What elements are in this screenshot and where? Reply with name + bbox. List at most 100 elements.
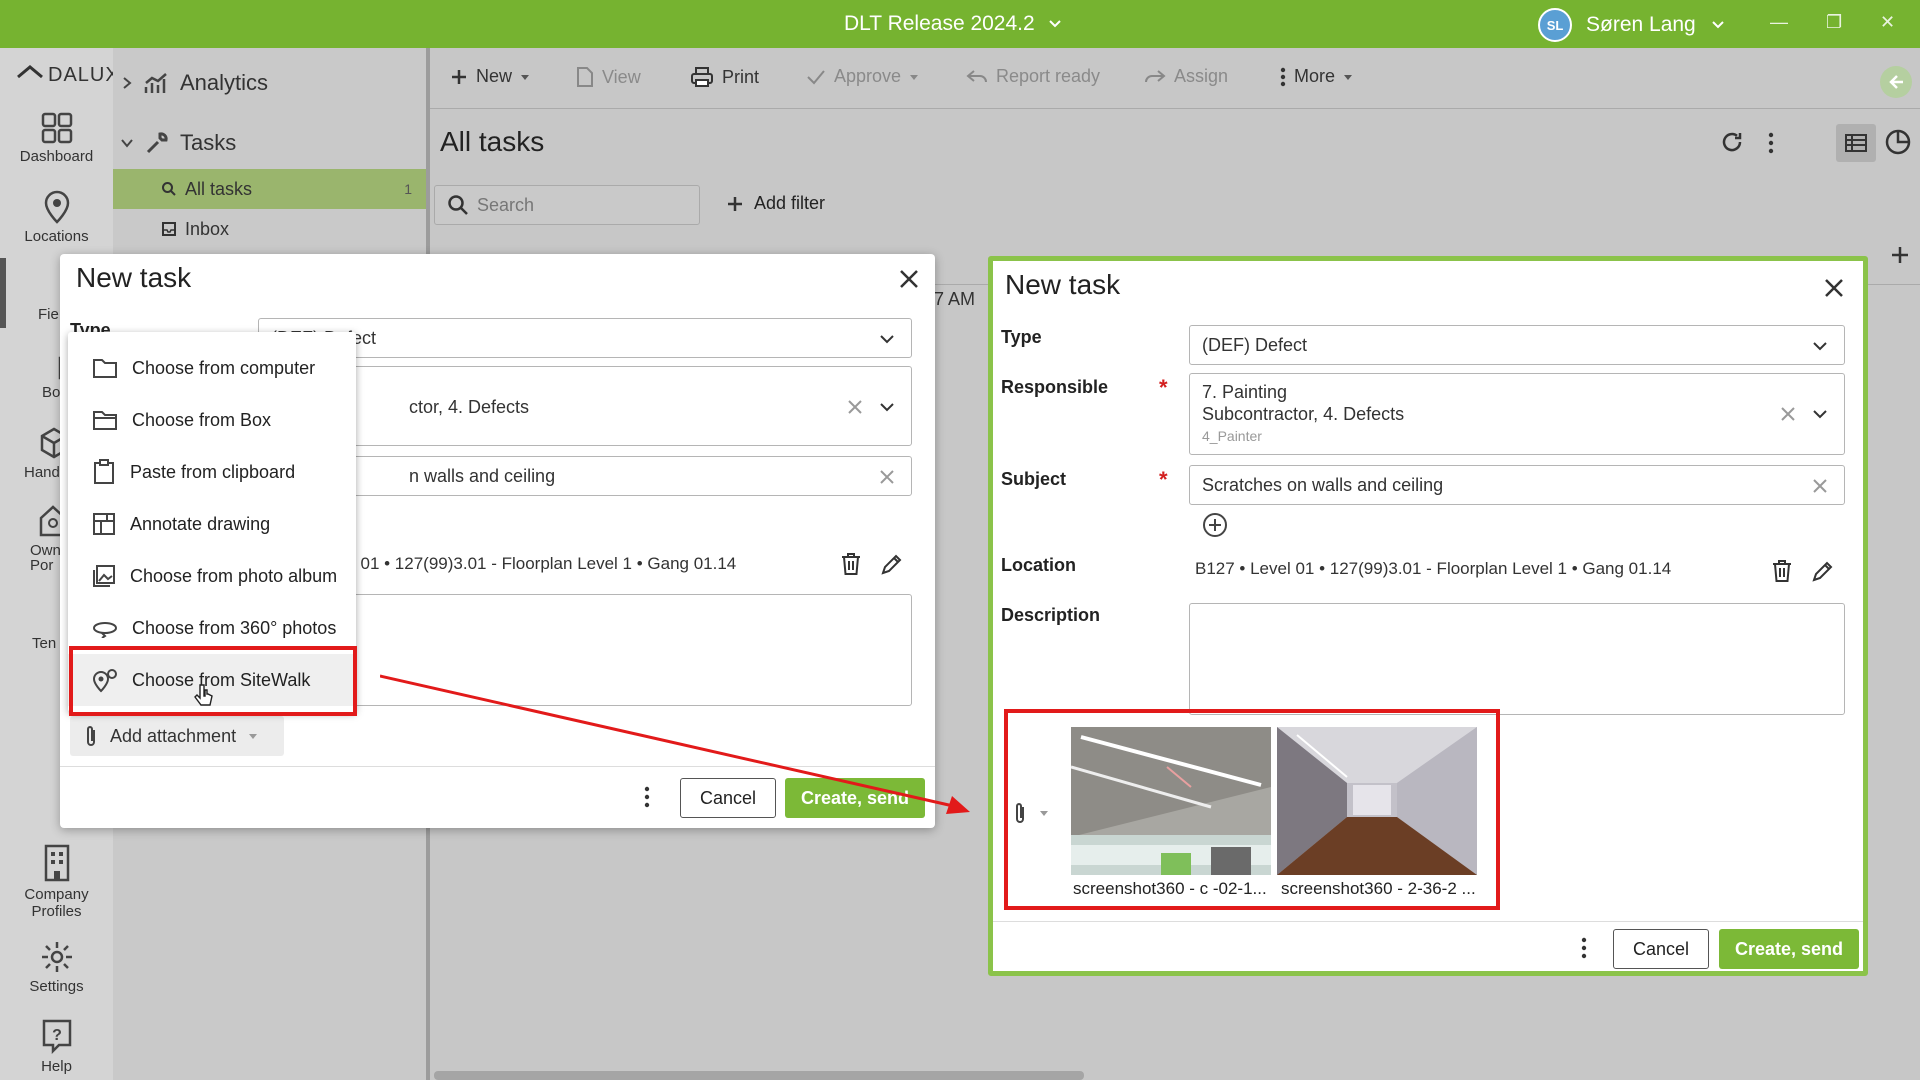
menu-item-clipboard[interactable]: Paste from clipboard xyxy=(68,446,356,498)
rail-label: Settings xyxy=(29,978,84,995)
description-input[interactable] xyxy=(1189,603,1845,715)
create-send-button[interactable]: Create, send xyxy=(1719,929,1859,969)
printer-icon xyxy=(691,67,713,87)
forward-icon xyxy=(1145,69,1166,82)
plus-icon xyxy=(728,196,742,211)
caret-down-icon xyxy=(521,74,530,80)
add-filter-button[interactable]: Add filter xyxy=(726,193,825,214)
restore-icon[interactable]: ❐ xyxy=(1826,12,1842,33)
list-view-icon[interactable] xyxy=(1836,124,1876,162)
type-select[interactable]: (DEF) Defect xyxy=(1189,325,1845,365)
chevron-right-icon xyxy=(123,77,132,89)
trash-icon[interactable] xyxy=(1771,559,1793,583)
pencil-icon[interactable] xyxy=(880,552,904,576)
kebab-icon[interactable] xyxy=(1768,132,1774,154)
folder-icon xyxy=(93,359,117,378)
nav-tasks[interactable]: Tasks xyxy=(113,123,426,163)
cancel-button[interactable]: Cancel xyxy=(1613,929,1709,969)
user-menu[interactable]: SL Søren Lang xyxy=(1538,8,1726,42)
drawing-icon xyxy=(93,513,115,535)
type-select[interactable]: (DEF) Defect xyxy=(258,318,912,358)
window-title-bar: DLT Release 2024.2 SL Søren Lang — ❐ ✕ xyxy=(0,0,1920,48)
rail-label: Hand xyxy=(24,464,60,481)
rail-sublabel: Profiles xyxy=(31,903,82,920)
house-logo-icon xyxy=(17,65,43,79)
menu-item-annotate-drawing[interactable]: Annotate drawing xyxy=(68,498,356,550)
clear-icon xyxy=(1781,407,1795,421)
minimize-icon[interactable]: — xyxy=(1770,12,1788,33)
check-icon xyxy=(807,69,825,84)
svg-text:?: ? xyxy=(52,1027,62,1044)
search-input[interactable]: Search xyxy=(434,185,700,225)
menu-item-box[interactable]: Choose from Box xyxy=(68,394,356,446)
rail-label: Fie xyxy=(38,306,59,323)
horizontal-scrollbar[interactable] xyxy=(434,1071,1084,1080)
analytics-icon xyxy=(144,73,167,93)
chevron-down-icon xyxy=(1048,20,1061,28)
clipboard-icon xyxy=(94,459,114,484)
approve-button[interactable]: Approve xyxy=(806,66,919,87)
new-button[interactable]: New xyxy=(450,66,530,87)
responsible-select[interactable]: ctor, 4. Defects xyxy=(258,366,912,446)
rail-item-locations[interactable]: Locations xyxy=(0,190,113,245)
add-subject-icon[interactable] xyxy=(1201,511,1229,539)
chevron-down-icon xyxy=(880,335,894,344)
help-icon: ? xyxy=(42,1019,71,1054)
rail-label: Bo xyxy=(42,384,61,401)
reply-icon xyxy=(966,69,987,82)
menu-item-computer[interactable]: Choose from computer xyxy=(68,342,356,394)
report-ready-button[interactable]: Report ready xyxy=(966,66,1100,87)
box-folder-icon xyxy=(93,411,117,430)
menu-item-photo-album[interactable]: Choose from photo album xyxy=(68,550,356,602)
project-selector[interactable]: DLT Release 2024.2 xyxy=(844,12,1063,36)
print-button[interactable]: Print xyxy=(690,66,759,88)
photo-icon xyxy=(93,565,115,587)
rail-item-help[interactable]: ? Help xyxy=(0,1018,113,1075)
subject-input[interactable]: n walls and ceiling xyxy=(258,456,912,496)
pencil-icon[interactable] xyxy=(1811,559,1835,583)
close-window-icon[interactable]: ✕ xyxy=(1880,12,1895,33)
caret-down-icon xyxy=(1344,74,1353,80)
back-arrow-icon[interactable] xyxy=(1880,66,1912,98)
subject-input[interactable]: Scratches on walls and ceiling xyxy=(1189,465,1845,505)
cursor-pointer-icon xyxy=(194,682,214,708)
rail-item-company-profiles[interactable]: Company Profiles xyxy=(0,844,113,920)
close-icon[interactable] xyxy=(1823,277,1845,299)
add-column-icon[interactable] xyxy=(1890,245,1910,265)
dialog-title: New task xyxy=(1005,269,1121,300)
nav-all-tasks[interactable]: All tasks 1 xyxy=(113,169,426,209)
required-marker: * xyxy=(1159,467,1168,492)
responsible-label: Responsible xyxy=(1001,377,1109,397)
nav-inbox[interactable]: Inbox xyxy=(113,209,426,249)
rail-item-settings[interactable]: Settings xyxy=(0,940,113,995)
chart-view-icon[interactable] xyxy=(1884,128,1912,156)
kebab-icon xyxy=(1280,67,1286,86)
count-badge: 1 xyxy=(404,181,412,197)
dialog-title: New task xyxy=(76,262,192,293)
refresh-icon[interactable] xyxy=(1720,130,1744,154)
page-title: All tasks xyxy=(440,126,545,157)
more-button[interactable]: More xyxy=(1280,66,1353,87)
assign-button[interactable]: Assign xyxy=(1144,66,1228,87)
chevron-down-icon xyxy=(1813,342,1827,351)
rail-label: Dashboard xyxy=(19,148,94,165)
add-attachment-button[interactable]: Add attachment xyxy=(70,716,284,756)
background-row-time: 7 AM xyxy=(934,289,976,309)
type-label: Type xyxy=(1001,327,1042,347)
rail-item-dashboard[interactable]: Dashboard xyxy=(0,112,113,165)
view-button[interactable]: View xyxy=(576,66,641,88)
kebab-icon[interactable] xyxy=(1581,937,1587,959)
dialog-footer-divider xyxy=(993,921,1863,922)
close-icon[interactable] xyxy=(898,268,920,290)
rail-label: Company xyxy=(24,886,89,903)
caret-down-icon xyxy=(249,734,258,739)
clear-icon xyxy=(848,400,862,414)
responsible-select[interactable]: 7. Painting Subcontractor, 4. Defects 4_… xyxy=(1189,373,1845,455)
user-name: Søren Lang xyxy=(1586,13,1696,36)
trash-icon[interactable] xyxy=(840,552,862,576)
plus-icon xyxy=(452,69,466,84)
nav-analytics[interactable]: Analytics xyxy=(113,63,426,103)
location-label: Location xyxy=(1001,555,1076,575)
search-icon xyxy=(448,195,468,215)
subject-label: Subject xyxy=(1001,469,1067,489)
